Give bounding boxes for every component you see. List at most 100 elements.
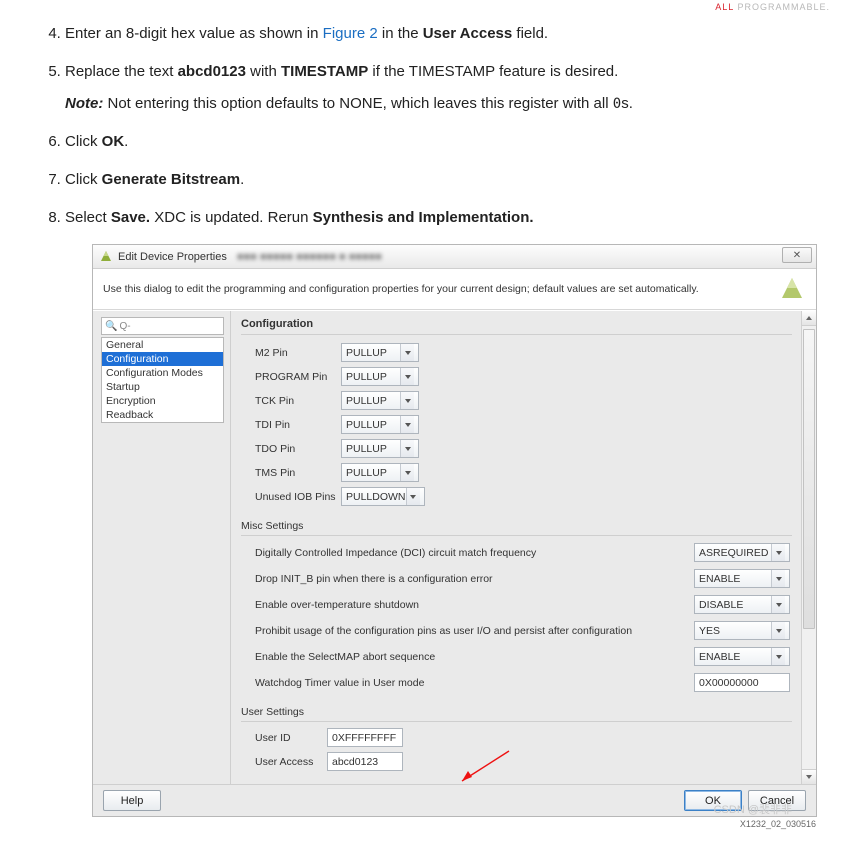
misc-row: Prohibit usage of the configuration pins… xyxy=(255,621,792,640)
field-label: User Access xyxy=(255,756,327,768)
xilinx-icon xyxy=(778,275,806,303)
select-value: ENABLE xyxy=(699,651,740,663)
field-label: Unused IOB Pins xyxy=(255,491,341,503)
pin-row: TCK Pin PULLUP xyxy=(255,391,792,410)
field-label: TDO Pin xyxy=(255,443,341,455)
help-button[interactable]: Help xyxy=(103,790,161,811)
chevron-down-icon xyxy=(771,596,785,613)
category-item[interactable]: Readback xyxy=(102,408,223,422)
chevron-down-icon xyxy=(400,392,414,409)
pin-select[interactable]: PULLUP xyxy=(341,343,419,362)
pin-select[interactable]: PULLUP xyxy=(341,415,419,434)
instruction-list: Enter an 8-digit hex value as shown in F… xyxy=(20,22,830,230)
select-value: PULLUP xyxy=(346,347,387,359)
search-input[interactable]: 🔍 Q- xyxy=(101,317,224,335)
watermark: CSDN @裴非非 xyxy=(714,801,792,817)
misc-label: Drop INIT_B pin when there is a configur… xyxy=(255,573,694,585)
instruction-text: Use this dialog to edit the programming … xyxy=(103,283,699,295)
pin-row: M2 Pin PULLUP xyxy=(255,343,792,362)
figure-id: X1232_02_030516 xyxy=(92,819,820,829)
titlebar: Edit Device Properties ■■■ ■■■■■ ■■■■■■ … xyxy=(93,245,816,269)
step-8: Select Save. XDC is updated. Rerun Synth… xyxy=(65,206,830,230)
misc-select[interactable]: ASREQUIRED xyxy=(694,543,790,562)
misc-row: Enable over-temperature shutdown DISABLE xyxy=(255,595,792,614)
instruction-bar: Use this dialog to edit the programming … xyxy=(93,269,816,310)
field-label: TDI Pin xyxy=(255,419,341,431)
user-id-input[interactable]: 0XFFFFFFFF xyxy=(327,728,403,747)
dialog-title: Edit Device Properties xyxy=(118,251,227,263)
figure-link[interactable]: Figure 2 xyxy=(323,25,378,42)
brand-tag: ALL PROGRAMMABLE. xyxy=(0,0,850,12)
close-button[interactable]: ✕ xyxy=(782,247,812,263)
close-icon: ✕ xyxy=(793,250,801,261)
misc-label: Prohibit usage of the configuration pins… xyxy=(255,625,694,637)
select-value: ASREQUIRED xyxy=(699,547,768,559)
category-item[interactable]: Configuration Modes xyxy=(102,366,223,380)
user-access-input[interactable]: abcd0123 xyxy=(327,752,403,771)
category-item[interactable]: Startup xyxy=(102,380,223,394)
misc-label: Watchdog Timer value in User mode xyxy=(255,677,694,689)
pin-select[interactable]: PULLUP xyxy=(341,463,419,482)
misc-select[interactable]: DISABLE xyxy=(694,595,790,614)
step-7: Click Generate Bitstream. xyxy=(65,168,830,192)
search-icon: 🔍 xyxy=(105,321,117,332)
field-label: TCK Pin xyxy=(255,395,341,407)
step-4: Enter an 8-digit hex value as shown in F… xyxy=(65,22,830,46)
pin-select[interactable]: PULLUP xyxy=(341,367,419,386)
chevron-down-icon xyxy=(400,440,414,457)
pin-row: PROGRAM Pin PULLUP xyxy=(255,367,792,386)
misc-select[interactable]: ENABLE xyxy=(694,569,790,588)
field-label: User ID xyxy=(255,732,327,744)
chevron-down-icon xyxy=(400,416,414,433)
user-access-row: User Accessabcd0123 xyxy=(255,752,792,771)
pin-row: Unused IOB Pins PULLDOWN xyxy=(255,487,792,506)
select-value: PULLUP xyxy=(346,419,387,431)
select-value: PULLUP xyxy=(346,443,387,455)
chevron-down-icon xyxy=(406,488,420,505)
select-value: PULLUP xyxy=(346,395,387,407)
scroll-thumb[interactable] xyxy=(803,329,815,629)
titlebar-blur: ■■■ ■■■■■ ■■■■■■ ■ ■■■■■ xyxy=(237,251,382,263)
chevron-down-icon xyxy=(400,464,414,481)
category-item[interactable]: Encryption xyxy=(102,394,223,408)
select-value: PULLDOWN xyxy=(346,491,406,503)
misc-row: Enable the SelectMAP abort sequence ENABL… xyxy=(255,647,792,666)
chevron-down-icon xyxy=(771,544,785,561)
edit-device-properties-dialog: Edit Device Properties ■■■ ■■■■■ ■■■■■■ … xyxy=(92,244,817,817)
category-item[interactable]: General xyxy=(102,338,223,352)
category-sidebar: 🔍 Q- GeneralConfigurationConfiguration M… xyxy=(93,311,231,784)
misc-select[interactable]: YES xyxy=(694,621,790,640)
field-label: PROGRAM Pin xyxy=(255,371,341,383)
scroll-down-icon[interactable] xyxy=(802,769,816,784)
panel-title: Configuration xyxy=(241,315,792,335)
select-value: PULLUP xyxy=(346,467,387,479)
pin-row: TDO Pin PULLUP xyxy=(255,439,792,458)
misc-label: Enable the SelectMAP abort sequence xyxy=(255,651,694,663)
select-value: PULLUP xyxy=(346,371,387,383)
pin-select[interactable]: PULLUP xyxy=(341,391,419,410)
button-bar: Help OK Cancel xyxy=(93,784,816,816)
misc-row: Watchdog Timer value in User mode0X00000… xyxy=(255,673,792,692)
field-label: M2 Pin xyxy=(255,347,341,359)
pin-select[interactable]: PULLDOWN xyxy=(341,487,425,506)
field-label: TMS Pin xyxy=(255,467,341,479)
select-value: YES xyxy=(699,625,720,637)
misc-row: Drop INIT_B pin when there is a configur… xyxy=(255,569,792,588)
pin-row: TMS Pin PULLUP xyxy=(255,463,792,482)
chevron-down-icon xyxy=(400,368,414,385)
figure-wrapper: Edit Device Properties ■■■ ■■■■■ ■■■■■■ … xyxy=(92,244,820,829)
vertical-scrollbar[interactable] xyxy=(801,311,816,784)
pin-select[interactable]: PULLUP xyxy=(341,439,419,458)
select-value: ENABLE xyxy=(699,573,740,585)
misc-select[interactable]: ENABLE xyxy=(694,647,790,666)
scroll-up-icon[interactable] xyxy=(802,311,816,326)
chevron-down-icon xyxy=(771,622,785,639)
category-item[interactable]: Configuration xyxy=(102,352,223,366)
misc-input[interactable]: 0X00000000 xyxy=(694,673,790,692)
user-settings-header: User Settings xyxy=(241,700,792,722)
misc-label: Enable over-temperature shutdown xyxy=(255,599,694,611)
misc-label: Digitally Controlled Impedance (DCI) cir… xyxy=(255,547,694,559)
app-icon xyxy=(99,250,113,264)
step-6: Click OK. xyxy=(65,130,830,154)
select-value: DISABLE xyxy=(699,599,743,611)
